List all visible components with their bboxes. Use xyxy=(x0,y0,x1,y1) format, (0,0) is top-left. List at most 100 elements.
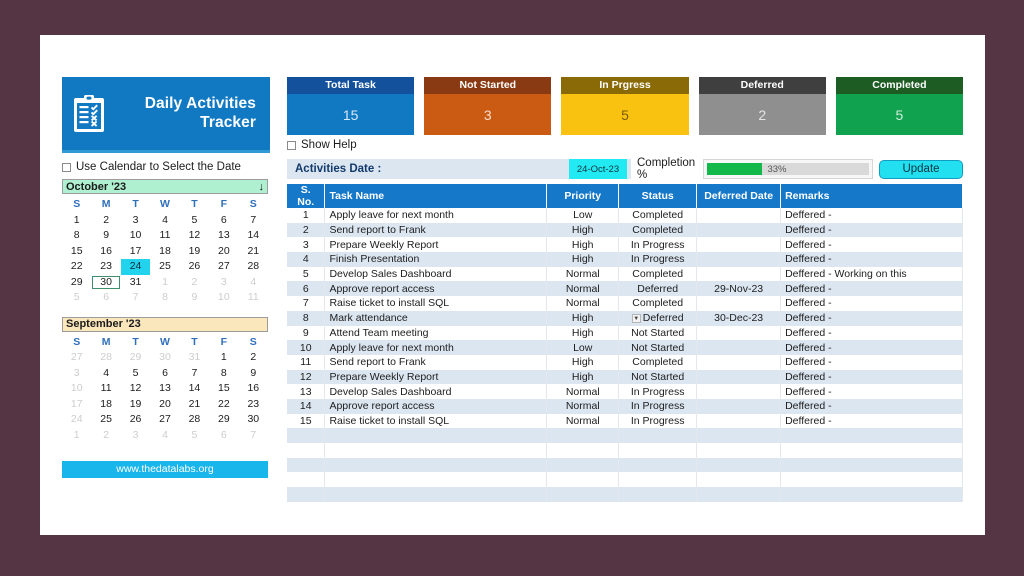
cell-status[interactable]: In Progress xyxy=(618,398,698,414)
calendar-day[interactable]: 26 xyxy=(121,412,150,428)
cell-deferred-date[interactable] xyxy=(696,413,782,429)
cell-remarks[interactable]: Deffered - xyxy=(780,354,963,370)
calendar-day[interactable]: 21 xyxy=(180,397,209,413)
cell-status[interactable]: In Progress xyxy=(618,252,698,267)
cell-remarks[interactable]: Deffered - xyxy=(780,398,963,414)
calendar-day[interactable]: 27 xyxy=(62,350,91,366)
cell-task[interactable]: Raise ticket to install SQL xyxy=(324,413,548,429)
calendar-day[interactable]: 7 xyxy=(121,290,150,306)
cell-status[interactable]: Completed xyxy=(618,208,698,223)
cell-deferred-date[interactable] xyxy=(696,340,782,355)
calendar-day[interactable]: 9 xyxy=(239,366,268,382)
cell-deferred-date[interactable] xyxy=(696,208,782,223)
calendar-day[interactable]: 27 xyxy=(150,412,179,428)
calendar-day[interactable]: 14 xyxy=(180,381,209,397)
cell-status[interactable]: ▼ Deferred xyxy=(618,310,698,326)
calendar-day[interactable]: 6 xyxy=(150,366,179,382)
cell-priority[interactable]: Normal xyxy=(546,281,620,297)
cell-sno[interactable]: 9 xyxy=(287,325,326,341)
cell-status[interactable] xyxy=(618,457,698,473)
cell-remarks[interactable] xyxy=(780,443,963,458)
cell-task[interactable]: Raise ticket to install SQL xyxy=(324,296,548,311)
activities-date-input[interactable]: 24-Oct-23 xyxy=(569,159,627,179)
cell-status[interactable]: Completed xyxy=(618,222,698,238)
use-calendar-checkbox[interactable] xyxy=(62,162,71,172)
table-row[interactable]: 10 Apply leave for next month Low Not Start… xyxy=(287,340,963,355)
cell-deferred-date[interactable] xyxy=(696,487,782,502)
calendar-day[interactable]: 30 xyxy=(150,350,179,366)
table-row[interactable] xyxy=(287,487,963,502)
calendar-day[interactable]: 6 xyxy=(209,213,238,229)
col-header-task[interactable]: Task Name xyxy=(324,184,548,208)
calendar-october[interactable]: October '23 ↓ S M T W T F S 1 2 3 4 5 6 7 8 9 10 11 12 13 14… xyxy=(62,179,268,306)
calendar-day[interactable]: 6 xyxy=(91,290,120,306)
cell-sno[interactable]: 13 xyxy=(287,384,326,399)
cell-sno[interactable]: 1 xyxy=(287,208,326,223)
calendar-day[interactable]: 22 xyxy=(209,397,238,413)
cell-deferred-date[interactable] xyxy=(696,384,782,399)
calendar-day[interactable]: 29 xyxy=(62,275,91,291)
calendar-day[interactable]: 12 xyxy=(121,381,150,397)
table-row[interactable] xyxy=(287,443,963,458)
cell-sno[interactable]: 3 xyxy=(287,237,326,253)
calendar-day[interactable]: 16 xyxy=(239,381,268,397)
cell-status[interactable]: Completed xyxy=(618,354,698,370)
cell-priority[interactable]: Normal xyxy=(546,398,620,414)
calendar-day[interactable]: 15 xyxy=(209,381,238,397)
cell-status[interactable]: Deferred xyxy=(618,281,698,297)
calendar-day[interactable]: 8 xyxy=(62,228,91,244)
calendar-day[interactable]: 1 xyxy=(209,350,238,366)
show-help-checkbox[interactable] xyxy=(287,140,296,150)
cell-priority[interactable]: High xyxy=(546,252,620,267)
calendar-day[interactable]: 12 xyxy=(180,228,209,244)
table-row[interactable] xyxy=(287,428,963,443)
cell-task[interactable]: Send report to Frank xyxy=(324,222,548,238)
cell-status[interactable]: Completed xyxy=(618,296,698,311)
cell-remarks[interactable]: Deffered - xyxy=(780,208,963,223)
calendar-day[interactable]: 19 xyxy=(180,244,209,260)
cell-sno[interactable]: 4 xyxy=(287,252,326,267)
calendar-day[interactable]: 24 xyxy=(62,412,91,428)
calendar-day[interactable]: 17 xyxy=(62,397,91,413)
cell-task[interactable]: Finish Presentation xyxy=(324,252,548,267)
cell-priority[interactable]: Low xyxy=(546,340,620,355)
table-row[interactable]: 2 Send report to Frank High Completed Deffer… xyxy=(287,222,963,238)
calendar-day[interactable]: 28 xyxy=(91,350,120,366)
cell-sno[interactable]: 10 xyxy=(287,340,326,355)
cell-deferred-date[interactable] xyxy=(696,354,782,370)
table-row[interactable]: 11 Send report to Frank High Completed Deffe… xyxy=(287,354,963,370)
calendar-day[interactable]: 9 xyxy=(91,228,120,244)
cell-priority[interactable] xyxy=(546,487,620,502)
cell-sno[interactable]: 11 xyxy=(287,354,326,370)
calendar-day[interactable]: 24 xyxy=(120,259,151,275)
show-help-checkbox-row[interactable]: Show Help xyxy=(287,139,963,151)
update-button[interactable]: Update xyxy=(879,159,963,179)
cell-task[interactable]: Attend Team meeting xyxy=(324,325,548,341)
calendar-day[interactable]: 2 xyxy=(239,350,268,366)
calendar-day[interactable]: 14 xyxy=(239,228,268,244)
cell-task[interactable] xyxy=(324,472,548,488)
calendar-day[interactable]: 25 xyxy=(150,259,179,275)
cell-priority[interactable]: Normal xyxy=(546,413,620,429)
calendar-day[interactable]: 19 xyxy=(121,397,150,413)
cell-priority[interactable] xyxy=(546,457,620,473)
table-row[interactable]: 1 Apply leave for next month Low Completed D… xyxy=(287,208,963,223)
cell-sno[interactable]: 14 xyxy=(287,398,326,414)
cell-deferred-date[interactable] xyxy=(696,237,782,253)
cell-sno[interactable] xyxy=(287,428,326,443)
calendar-day[interactable]: 2 xyxy=(180,275,209,291)
calendar-day[interactable]: 7 xyxy=(239,428,268,444)
use-calendar-checkbox-row[interactable]: Use Calendar to Select the Date xyxy=(62,161,270,173)
col-header-sno[interactable]: S. No. xyxy=(287,184,326,208)
calendar-day[interactable]: 10 xyxy=(209,290,238,306)
cell-remarks[interactable]: Deffered - xyxy=(780,310,963,326)
calendar-day[interactable]: 29 xyxy=(209,412,238,428)
cell-status[interactable]: In Progress xyxy=(618,384,698,399)
table-row[interactable] xyxy=(287,472,963,488)
col-header-deferred-date[interactable]: Deferred Date xyxy=(696,184,782,208)
cell-remarks[interactable]: Deffered - Working on this xyxy=(780,266,963,282)
col-header-remarks[interactable]: Remarks xyxy=(780,184,963,208)
calendar-day[interactable]: 5 xyxy=(121,366,150,382)
calendar-day[interactable]: 23 xyxy=(91,259,120,275)
calendar-day[interactable]: 6 xyxy=(209,428,238,444)
